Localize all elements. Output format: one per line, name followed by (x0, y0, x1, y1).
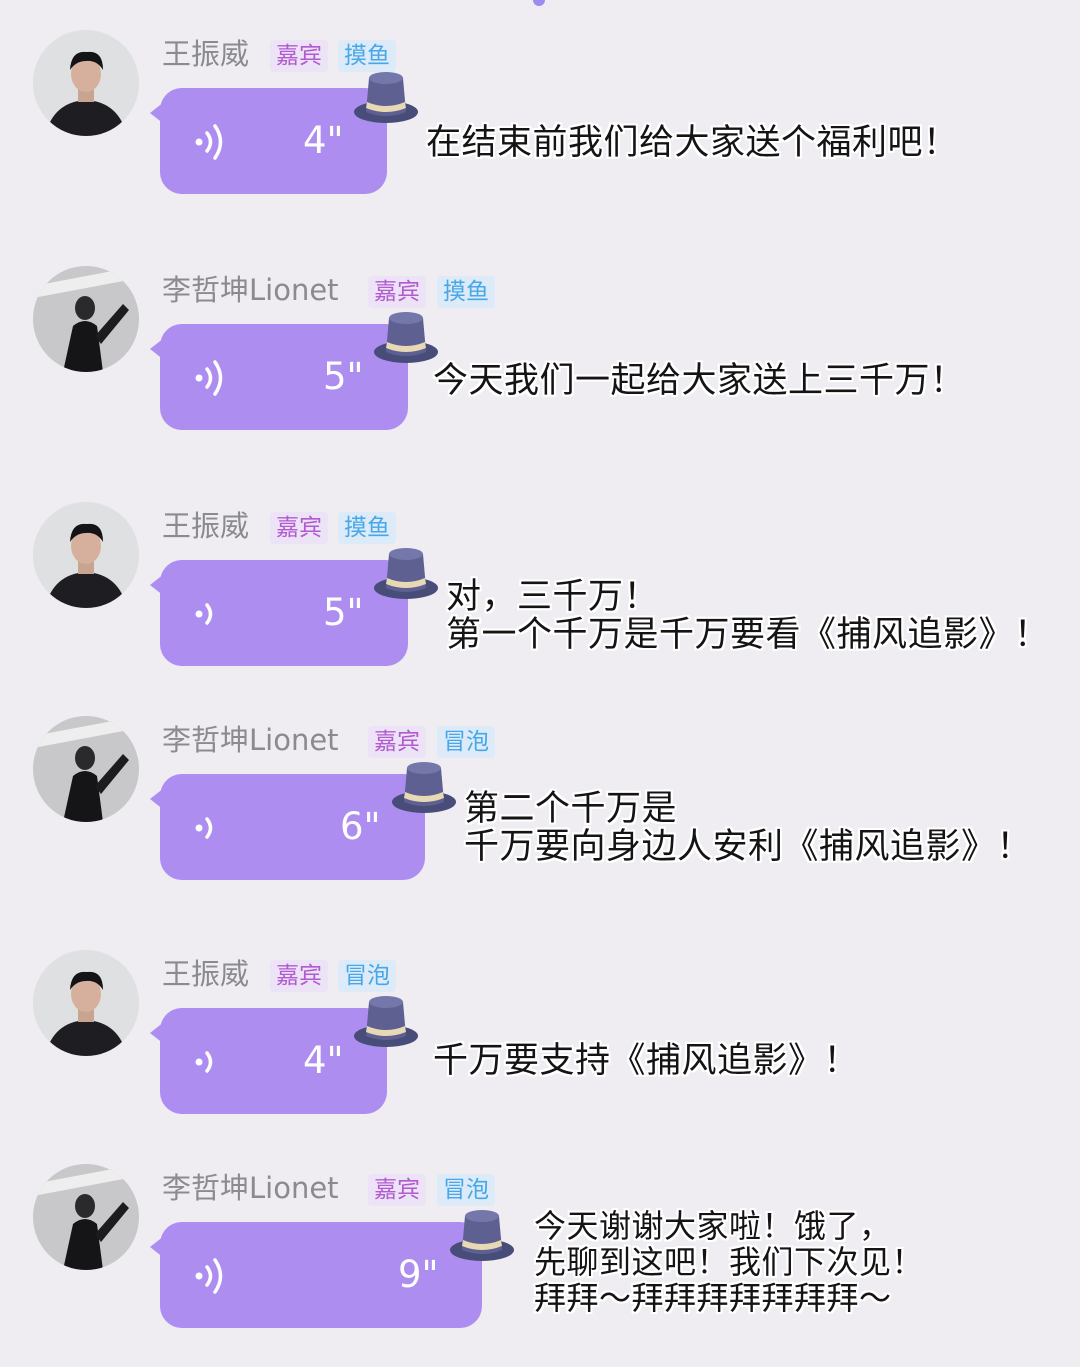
voice-duration: 9" (398, 1253, 439, 1296)
subtitle-caption: 在结束前我们给大家送个福利吧！ (426, 124, 959, 162)
avatar[interactable] (33, 30, 139, 136)
caption-line: 今天谢谢大家啦！饿了， (534, 1207, 892, 1245)
sound-wave-icon (193, 1044, 233, 1080)
sender-name: 李哲坤Lionet (162, 273, 339, 307)
sender-name: 王振威 (162, 509, 250, 543)
voice-duration: 6" (340, 805, 381, 848)
sound-wave-icon (193, 1258, 233, 1294)
caption-line: 对，三千万！ (446, 577, 660, 617)
guest-tag: 嘉宾 (270, 40, 328, 72)
voice-bubble[interactable]: 5" (150, 560, 408, 666)
voice-bubble[interactable]: 9" (150, 1222, 482, 1328)
avatar[interactable] (33, 266, 139, 372)
voice-message: 李哲坤Lionet 嘉宾 冒泡 6" 第二个千万是 千万要向身边人安利《捕风追影… (0, 716, 1080, 916)
voice-bubble[interactable]: 6" (150, 774, 425, 880)
status-tag: 冒泡 (437, 726, 495, 758)
voice-duration: 5" (323, 591, 364, 634)
voice-duration: 5" (323, 355, 364, 398)
avatar[interactable] (33, 716, 139, 822)
sender-name: 王振威 (162, 37, 250, 71)
voice-duration: 4" (303, 1039, 344, 1082)
subtitle-caption: 今天谢谢大家啦！饿了， 先聊到这吧！我们下次见！ 拜拜～拜拜拜拜拜拜拜～ (534, 1208, 924, 1316)
voice-message: 王振威 嘉宾 冒泡 4" 千万要支持《捕风追影》！ (0, 950, 1080, 1150)
caption-line: 拜拜～拜拜拜拜拜拜拜～ (534, 1279, 892, 1317)
top-hat-icon (352, 992, 420, 1050)
sound-wave-icon (193, 810, 233, 846)
person-avatar-icon (33, 716, 139, 822)
avatar[interactable] (33, 1164, 139, 1270)
caption-line: 千万要支持《捕风追影》！ (433, 1041, 860, 1081)
sender-name: 王振威 (162, 957, 250, 991)
sound-wave-icon (193, 124, 233, 160)
person-avatar-icon (33, 30, 139, 136)
voice-message: 王振威 嘉宾 摸鱼 5" 对，三千万！ 第一个千万是千万要看《捕风追影》！ (0, 502, 1080, 702)
guest-tag: 嘉宾 (270, 512, 328, 544)
caption-line: 先聊到这吧！我们下次见！ (534, 1243, 925, 1281)
person-avatar-icon (33, 1164, 139, 1270)
top-hat-icon (448, 1206, 516, 1264)
guest-tag: 嘉宾 (368, 276, 426, 308)
avatar[interactable] (33, 502, 139, 608)
person-avatar-icon (33, 502, 139, 608)
sound-wave-icon (193, 596, 233, 632)
subtitle-caption: 今天我们一起给大家送上三千万！ (433, 362, 966, 400)
avatar[interactable] (33, 950, 139, 1056)
top-hat-icon (352, 68, 420, 126)
caption-line: 在结束前我们给大家送个福利吧！ (426, 123, 959, 163)
caption-line: 第二个千万是 (464, 789, 678, 829)
voice-bubble[interactable]: 5" (150, 324, 408, 430)
top-indicator (533, 0, 545, 6)
caption-line: 今天我们一起给大家送上三千万！ (433, 361, 966, 401)
status-tag: 摸鱼 (437, 276, 495, 308)
status-tag: 冒泡 (338, 960, 396, 992)
guest-tag: 嘉宾 (368, 726, 426, 758)
voice-message: 李哲坤Lionet 嘉宾 冒泡 9" 今天谢谢大家啦！饿了， 先聊到这吧！我们下… (0, 1164, 1080, 1364)
sender-name: 李哲坤Lionet (162, 723, 339, 757)
voice-message: 李哲坤Lionet 嘉宾 摸鱼 5" 今天我们一起给大家送上三千万！ (0, 266, 1080, 466)
sound-wave-icon (193, 360, 233, 396)
person-avatar-icon (33, 266, 139, 372)
caption-line: 千万要向身边人安利《捕风追影》！ (464, 827, 1033, 867)
subtitle-caption: 对，三千万！ 第一个千万是千万要看《捕风追影》！ (446, 578, 1050, 654)
status-tag: 冒泡 (437, 1174, 495, 1206)
guest-tag: 嘉宾 (368, 1174, 426, 1206)
person-avatar-icon (33, 950, 139, 1056)
caption-line: 第一个千万是千万要看《捕风追影》！ (446, 615, 1050, 655)
sender-name: 李哲坤Lionet (162, 1171, 339, 1205)
voice-message: 王振威 嘉宾 摸鱼 4" 在结束前我们给大家送个福利吧！ (0, 30, 1080, 230)
voice-duration: 4" (303, 119, 344, 162)
status-tag: 摸鱼 (338, 512, 396, 544)
top-hat-icon (390, 758, 458, 816)
subtitle-caption: 千万要支持《捕风追影》！ (433, 1042, 859, 1080)
subtitle-caption: 第二个千万是 千万要向身边人安利《捕风追影》！ (464, 790, 1032, 866)
top-hat-icon (372, 544, 440, 602)
guest-tag: 嘉宾 (270, 960, 328, 992)
top-hat-icon (372, 308, 440, 366)
